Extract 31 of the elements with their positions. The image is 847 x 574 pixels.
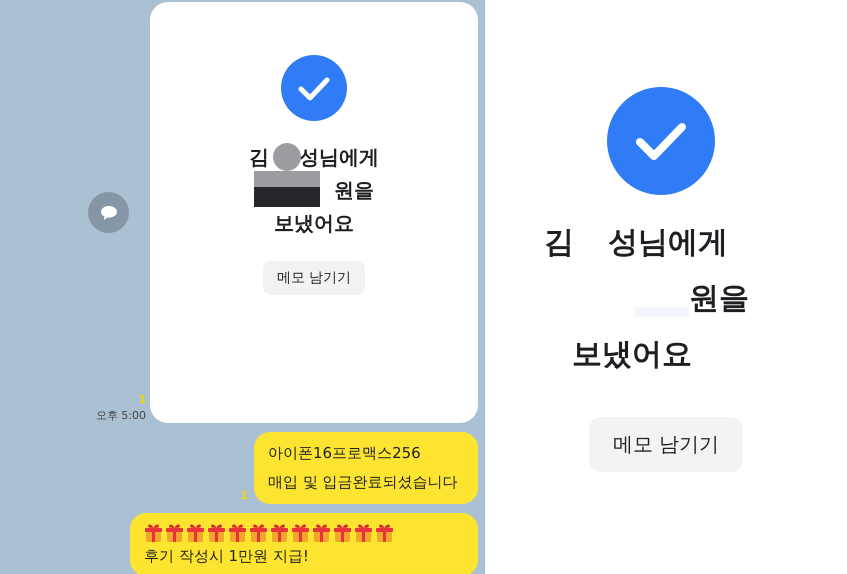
recipient-name: 김 [249, 144, 269, 171]
memo-button[interactable]: 메모 남기기 [588, 417, 744, 472]
gift-icon [228, 523, 247, 543]
recipient-honorific: 성님에게 [608, 224, 728, 262]
gift-icon [291, 523, 310, 543]
message-text: 후기 작성시 1만원 지급! [144, 547, 310, 566]
memo-button[interactable]: 메모 남기기 [262, 261, 366, 295]
check-icon [281, 55, 347, 121]
gift-icon [354, 523, 373, 543]
message-time: 오후 5:00 [96, 408, 146, 423]
gift-icon [207, 523, 226, 543]
unread-count: 1 [240, 489, 248, 502]
amount-suffix: 원을 [689, 280, 749, 318]
gift-icon [165, 523, 184, 543]
message-text: 아이폰16프로맥스256 [268, 444, 422, 463]
check-icon [607, 87, 715, 195]
gift-icon [312, 523, 331, 543]
gift-icon [186, 523, 205, 543]
chat-avatar-icon[interactable] [88, 192, 129, 233]
gift-icon [333, 523, 352, 543]
gift-icon [144, 523, 163, 543]
amount-suffix: 원을 [334, 177, 374, 204]
sent-label: 보냈어요 [274, 210, 354, 237]
message-text: 매입 및 입금완료되셨습니다 [268, 473, 459, 492]
gift-icon [270, 523, 289, 543]
unread-count: 1 [138, 393, 146, 406]
recipient-honorific: 성님에게 [299, 144, 379, 171]
gift-icon [249, 523, 268, 543]
sent-label: 보냈어요 [572, 336, 692, 374]
recipient-name: 김 [544, 224, 574, 262]
gift-icon [375, 523, 394, 543]
